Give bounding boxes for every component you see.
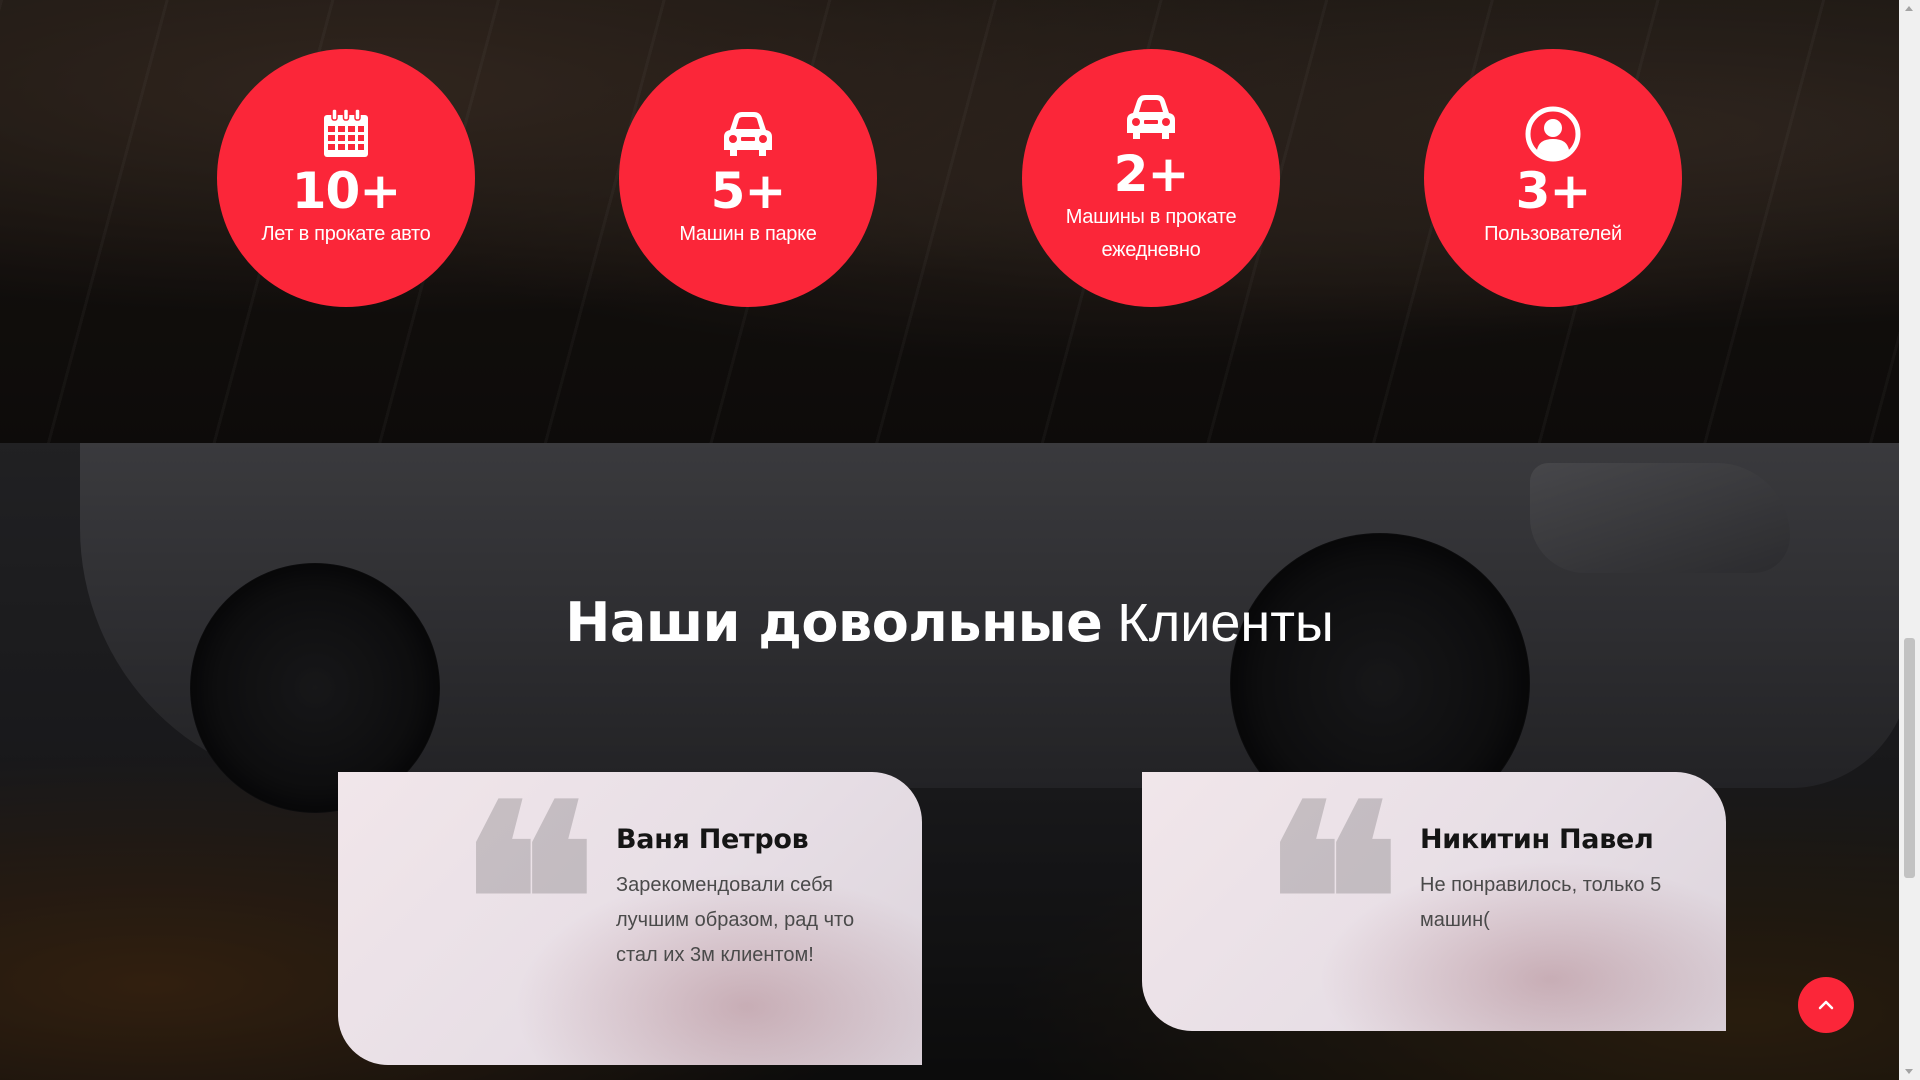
stat-users: 3+ Пользователей: [1424, 49, 1682, 307]
clients-section: Наши довольные Клиенты ❝ Ваня Петров Зар…: [0, 443, 1899, 1080]
testimonial-card: ❝ Никитин Павел Не понравилось, только 5…: [1142, 772, 1726, 1031]
scrollbar-thumb[interactable]: [1904, 638, 1915, 878]
car-icon: [1127, 95, 1175, 139]
quote-icon: ❝: [458, 772, 598, 1054]
scroll-down-arrow-icon[interactable]: [1905, 1069, 1913, 1074]
section-title-light: Клиенты: [1117, 593, 1334, 653]
section-title: Наши довольные Клиенты: [0, 591, 1899, 655]
page-scrollbar[interactable]: [1899, 0, 1920, 1080]
testimonial-text: Не понравилось, только 5 машин(: [1420, 874, 1662, 931]
stat-label: Пользователей: [1484, 222, 1622, 245]
stat-number: 10+: [291, 161, 401, 220]
testimonial-text: Зарекомендовали себя лучшим образом, рад…: [616, 874, 855, 966]
stat-label: Лет в прокате авто: [261, 222, 431, 245]
testimonial-card: ❝ Ваня Петров Зарекомендовали себя лучши…: [338, 772, 922, 1065]
calendar-icon: [324, 107, 368, 157]
stat-years: 10+ Лет в прокате авто: [217, 49, 475, 307]
stats-section: 10+ Лет в прокате авто 5+ Машин в парке …: [0, 0, 1899, 443]
stat-label: Машины в прокате ежедневно: [1065, 206, 1237, 261]
scroll-to-top-button[interactable]: [1798, 977, 1854, 1033]
scroll-up-arrow-icon[interactable]: [1905, 6, 1913, 11]
chevron-up-icon: [1818, 1000, 1834, 1010]
section-title-bold: Наши довольные: [565, 591, 1103, 654]
car-icon: [724, 111, 772, 156]
testimonial-name: Ваня Петров: [616, 824, 809, 855]
stat-number: 2+: [1113, 145, 1190, 203]
user-circle-icon: [1525, 106, 1581, 161]
quote-icon: ❝: [1262, 772, 1402, 1031]
stat-cars: 5+ Машин в парке: [619, 49, 877, 307]
stat-number: 3+: [1515, 161, 1592, 220]
testimonial-name: Никитин Павел: [1420, 824, 1654, 855]
stat-daily-rentals: 2+ Машины в прокате ежедневно: [1022, 49, 1280, 307]
stat-label: Машин в парке: [679, 222, 817, 245]
stat-number: 5+: [710, 161, 787, 220]
